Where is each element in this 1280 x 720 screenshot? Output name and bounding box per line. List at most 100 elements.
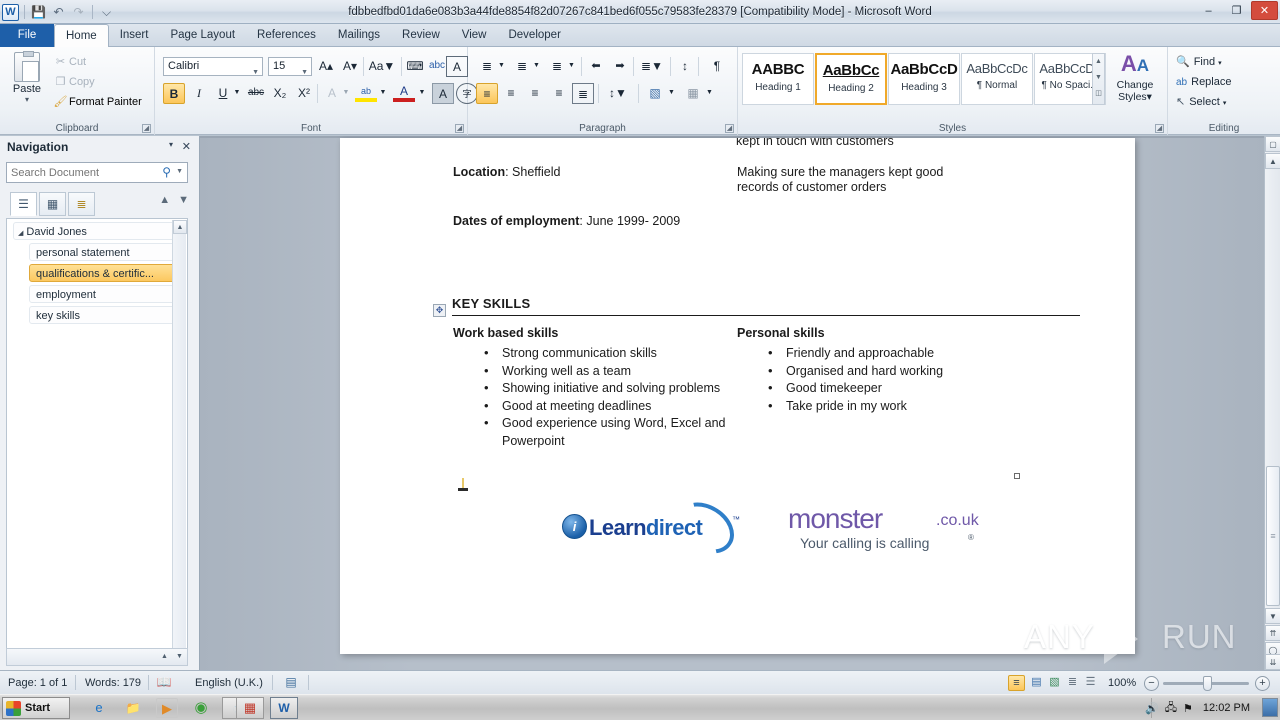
customize-qat-icon[interactable]: ⌵ <box>98 4 115 21</box>
select-browse-object-icon[interactable]: ▢ <box>1265 136 1280 152</box>
save-icon[interactable]: 💾 <box>30 4 47 21</box>
superscript-button[interactable]: X² <box>293 83 315 104</box>
tab-developer[interactable]: Developer <box>497 24 571 47</box>
search-document-field[interactable]: ⚲ ▼ <box>6 162 188 183</box>
paragraph-shading-button[interactable]: ▧ <box>644 83 666 104</box>
proofing-errors-icon[interactable]: 📖 <box>155 674 173 691</box>
tab-insert[interactable]: Insert <box>109 24 160 47</box>
format-painter-button[interactable]: 🖌 Format Painter <box>52 93 142 111</box>
tab-home[interactable]: Home <box>54 24 109 48</box>
zoom-out-button[interactable]: − <box>1144 676 1159 691</box>
justify-button[interactable]: ≡ <box>548 83 570 104</box>
highlight-chevron-down-icon[interactable]: ▼ <box>377 83 389 104</box>
font-color-chevron-down-icon[interactable]: ▼ <box>416 83 428 104</box>
tab-mailings[interactable]: Mailings <box>327 24 391 47</box>
font-name-combo[interactable]: Calibri ▼ <box>163 57 263 76</box>
select-button[interactable]: ↖ Select ▾ <box>1176 93 1226 112</box>
asian-layout-button[interactable]: ≣▼ <box>638 56 666 77</box>
shading-chevron-down-icon[interactable]: ▼ <box>666 83 677 104</box>
numbering-button[interactable]: ≣ <box>511 56 533 77</box>
taskbar-app-item[interactable]: ▦ <box>236 697 264 719</box>
bullets-chevron-down-icon[interactable]: ▼ <box>496 56 507 77</box>
taskbar-media-player-icon[interactable]: ▶ <box>156 698 178 718</box>
clear-formatting-icon[interactable]: ⌨ <box>404 56 426 77</box>
tab-review[interactable]: Review <box>391 24 451 47</box>
nav-next-icon[interactable]: ▼ <box>178 194 189 206</box>
close-button[interactable]: ✕ <box>1251 1 1278 20</box>
multilevel-chevron-down-icon[interactable]: ▼ <box>566 56 577 77</box>
taskbar-google-chrome-icon[interactable]: ◉ <box>190 698 212 718</box>
clock[interactable]: 12:02 PM <box>1203 702 1250 714</box>
style-normal[interactable]: AaBbCcDc ¶ Normal <box>961 53 1033 105</box>
zoom-slider-knob[interactable] <box>1203 676 1212 691</box>
copy-button[interactable]: ❐ Copy <box>52 73 95 91</box>
view-draft-button[interactable]: ☰ <box>1082 675 1099 691</box>
grow-font-button[interactable]: A▴ <box>315 56 337 77</box>
sort-button[interactable]: ↕ <box>674 56 696 77</box>
align-center-button[interactable]: ≡ <box>500 83 522 104</box>
page-indicator[interactable]: Page: 1 of 1 <box>8 671 67 695</box>
nav-bottom-scroll-up-icon[interactable]: ▲ <box>157 649 172 665</box>
tab-references[interactable]: References <box>246 24 327 47</box>
nav-tab-headings[interactable]: ☰ <box>10 192 37 216</box>
distributed-button[interactable]: ≣ <box>572 83 594 104</box>
document-page[interactable]: kept in touch with customers Location: S… <box>340 138 1135 654</box>
tab-view[interactable]: View <box>451 24 498 47</box>
action-flag-icon[interactable]: ⚑ <box>1183 702 1193 715</box>
object-handle[interactable] <box>1014 473 1020 479</box>
macro-record-icon[interactable]: ▤ <box>282 674 300 691</box>
view-web-layout-button[interactable]: ▧ <box>1046 675 1063 691</box>
strikethrough-button[interactable]: abc <box>245 83 267 104</box>
paragraph-dialog-launcher[interactable]: ◢ <box>725 124 734 133</box>
redo-icon[interactable]: ↷ <box>70 4 87 21</box>
change-styles-arrow[interactable]: ▾ <box>1147 91 1152 103</box>
language-indicator[interactable]: English (U.K.) <box>195 671 263 695</box>
font-size-chevron-down-icon[interactable]: ▼ <box>301 64 308 81</box>
undo-icon[interactable]: ↶ <box>50 4 67 21</box>
shrink-font-button[interactable]: A▾ <box>339 56 361 77</box>
restore-button[interactable]: ❐ <box>1223 1 1250 20</box>
replace-button[interactable]: ab Replace <box>1176 73 1231 92</box>
nav-tab-results[interactable]: ≣ <box>68 192 95 216</box>
document-canvas[interactable]: kept in touch with customers Location: S… <box>200 136 1264 670</box>
text-effects-chevron-down-icon[interactable]: ▼ <box>340 83 352 104</box>
nav-heading-david-jones[interactable]: ◢ David Jones <box>13 222 181 240</box>
bold-button[interactable]: B <box>163 83 185 104</box>
decrease-indent-button[interactable]: ⬅ <box>585 56 607 77</box>
nav-tab-pages[interactable]: ▦ <box>39 192 66 216</box>
view-full-screen-reading-button[interactable]: ▤ <box>1028 675 1045 691</box>
styles-more-icon[interactable]: ◫ <box>1093 86 1104 102</box>
font-dialog-launcher[interactable]: ◢ <box>455 124 464 133</box>
shading-button[interactable]: A <box>432 83 454 104</box>
select-chevron-down-icon[interactable]: ▾ <box>1223 100 1227 107</box>
view-print-layout-button[interactable]: ≡ <box>1008 675 1025 691</box>
font-color-button[interactable]: A <box>393 81 415 102</box>
nav-scroll-up-icon[interactable]: ▲ <box>173 220 187 234</box>
document-vertical-scrollbar[interactable]: ▢ ▲ ▼ ⇈ ◯ ⇊ <box>1264 136 1280 670</box>
navigation-close-icon[interactable]: ✕ <box>182 140 191 153</box>
taskbar-internet-explorer-icon[interactable]: e <box>88 698 110 718</box>
paste-dropdown-arrow[interactable]: ▾ <box>8 95 46 104</box>
nav-bottom-scroll-down-icon[interactable]: ▼ <box>172 649 187 665</box>
borders-button[interactable]: ▦ <box>682 83 704 104</box>
network-icon[interactable]: 🖧 <box>1165 699 1177 718</box>
word-count[interactable]: Words: 179 <box>85 671 141 695</box>
subscript-button[interactable]: X₂ <box>269 83 291 104</box>
move-handle-icon[interactable]: ✥ <box>433 304 446 317</box>
zoom-in-button[interactable]: + <box>1255 676 1270 691</box>
style-heading-3[interactable]: AaBbCcD Heading 3 <box>888 53 960 105</box>
minimize-button[interactable]: – <box>1195 1 1222 20</box>
collapse-triangle-icon[interactable]: ◢ <box>18 230 23 237</box>
borders-chevron-down-icon[interactable]: ▼ <box>704 83 715 104</box>
taskbar-windows-explorer-icon[interactable]: 📁 <box>122 698 144 718</box>
find-button[interactable]: 🔍 Find ▾ <box>1176 53 1222 72</box>
volume-icon[interactable]: 🔊 <box>1145 702 1159 715</box>
multilevel-list-button[interactable]: ≣ <box>546 56 568 77</box>
clipboard-dialog-launcher[interactable]: ◢ <box>142 124 151 133</box>
change-styles-button[interactable]: AA Change Styles▾ <box>1107 51 1163 103</box>
tab-page-layout[interactable]: Page Layout <box>159 24 246 47</box>
align-right-button[interactable]: ≡ <box>524 83 546 104</box>
search-input[interactable] <box>11 163 156 183</box>
view-outline-button[interactable]: ≣ <box>1064 675 1081 691</box>
show-desktop-button[interactable] <box>1262 698 1278 717</box>
